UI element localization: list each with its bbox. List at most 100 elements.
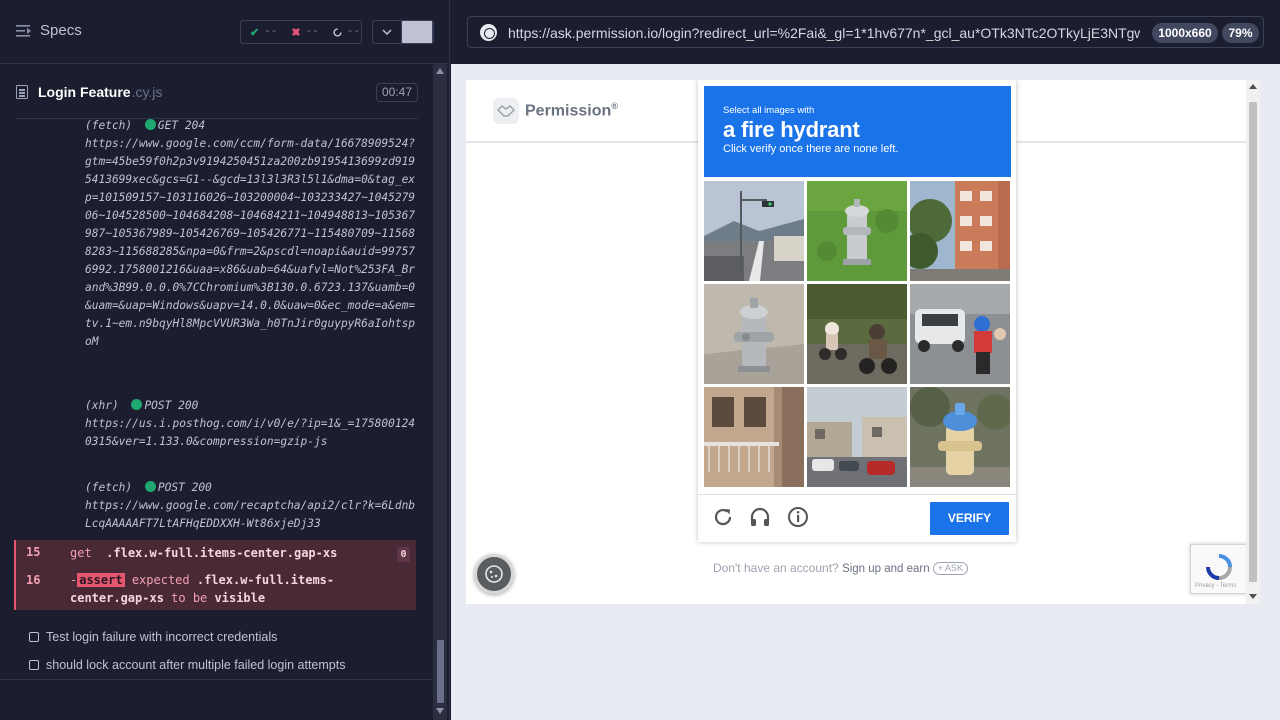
challenge-header: Select all images with a fire hydrant Cl… bbox=[704, 86, 1011, 177]
info-icon[interactable] bbox=[786, 505, 810, 529]
passed-count: -- bbox=[264, 26, 278, 38]
status-dot-icon bbox=[131, 399, 143, 410]
failed-count: -- bbox=[305, 26, 319, 38]
command-name: get bbox=[70, 546, 92, 560]
signup-prompt-text: Don't have an account? bbox=[713, 561, 839, 575]
command-selector: .flex.w-full.items-center.gap-xs bbox=[106, 546, 338, 560]
stop-icon bbox=[402, 21, 433, 43]
test-stats: ✔ -- ✖ -- -- bbox=[240, 20, 362, 44]
image-tile-parked-cars[interactable] bbox=[807, 387, 907, 487]
reporter-scrollbar[interactable] bbox=[433, 64, 447, 720]
image-tile-fire-hydrant[interactable] bbox=[910, 387, 1010, 487]
fail-x-icon: ✖ bbox=[291, 26, 301, 39]
stop-button[interactable] bbox=[402, 21, 433, 43]
pending-count: -- bbox=[346, 26, 361, 38]
app-viewport: Permission® Select all images with a fir… bbox=[466, 80, 1260, 604]
spec-file-header[interactable]: Login Feature .cy.js 00:47 bbox=[16, 76, 418, 108]
reporter-panel: Specs ✔ -- ✖ -- -- Login Feature .cy.js … bbox=[0, 0, 450, 720]
specs-label: Specs bbox=[40, 22, 82, 39]
reporter-scrollbar-thumb[interactable] bbox=[437, 640, 444, 703]
command-row-get[interactable]: 15 get .flex.w-full.items-center.gap-xs … bbox=[14, 540, 416, 566]
log-entry-tag: (fetch) bbox=[85, 481, 133, 494]
specs-toggle-button[interactable]: Specs bbox=[16, 22, 82, 39]
assert-label: assert bbox=[77, 573, 125, 587]
log-entry-url: https://www.google.com/recaptcha/api2/cl… bbox=[85, 499, 416, 530]
command-number: 15 bbox=[26, 545, 41, 559]
scroll-up-arrow-icon[interactable] bbox=[436, 68, 444, 74]
pass-check-icon: ✔ bbox=[250, 26, 260, 39]
command-log: (fetch) GET 204 https://www.google.com/c… bbox=[16, 119, 418, 611]
log-entry-url: https://www.google.com/ccm/form-data/166… bbox=[85, 137, 416, 348]
ask-reward-badge: + ASK bbox=[932, 562, 968, 575]
recaptcha-terms[interactable]: Privacy - Terms bbox=[1195, 583, 1236, 589]
scroll-down-arrow-icon[interactable] bbox=[436, 708, 444, 714]
run-controls bbox=[372, 20, 434, 44]
logo-text: Permission® bbox=[525, 101, 618, 120]
signup-link[interactable]: Sign up and earn bbox=[842, 563, 930, 575]
url-bar[interactable]: https://ask.permission.io/login?redirect… bbox=[467, 16, 1264, 48]
spec-duration: 00:47 bbox=[375, 83, 418, 102]
app-scrollbar-thumb[interactable] bbox=[1249, 102, 1257, 582]
reload-icon[interactable] bbox=[711, 505, 735, 529]
test-item-login-failure[interactable]: Test login failure with incorrect creden… bbox=[29, 630, 277, 644]
element-count-badge: 0 bbox=[397, 547, 410, 562]
scroll-down-arrow-icon[interactable] bbox=[1249, 594, 1257, 599]
spec-file-ext: .cy.js bbox=[131, 84, 163, 100]
challenge-footer-divider bbox=[698, 494, 1016, 495]
challenge-instruction: Select all images with bbox=[723, 105, 815, 116]
handshake-logo-icon bbox=[493, 98, 519, 124]
test-title: should lock account after multiple faile… bbox=[46, 658, 346, 672]
pending-circle-icon bbox=[333, 27, 342, 37]
recaptcha-challenge: Select all images with a fire hydrant Cl… bbox=[698, 80, 1016, 542]
image-tile-motorcycle-car[interactable] bbox=[910, 284, 1010, 384]
image-tile-apartment-building[interactable] bbox=[910, 181, 1010, 281]
command-number: 16 bbox=[26, 573, 41, 587]
specs-toolbar: Specs ✔ -- ✖ -- -- bbox=[0, 0, 450, 64]
viewport-size-badge[interactable]: 1000x660 bbox=[1152, 23, 1218, 43]
test-item-lock-account[interactable]: should lock account after multiple faile… bbox=[29, 658, 345, 672]
cookie-icon bbox=[485, 565, 503, 583]
challenge-hint: Click verify once there are none left. bbox=[723, 143, 899, 155]
log-entry-xhr[interactable]: (xhr) POST 200 https://us.i.posthog.com/… bbox=[16, 397, 418, 451]
log-entry-tag: (xhr) bbox=[85, 399, 119, 412]
status-dot-icon bbox=[144, 119, 156, 130]
image-tile-motorcycle[interactable] bbox=[807, 284, 907, 384]
log-entry-fetch-2[interactable]: (fetch) POST 200 https://www.google.com/… bbox=[16, 479, 418, 533]
app-scrollbar[interactable] bbox=[1246, 80, 1260, 604]
test-pending-checkbox-icon bbox=[29, 632, 39, 642]
test-pending-checkbox-icon bbox=[29, 660, 39, 670]
verify-button[interactable]: VERIFY bbox=[930, 502, 1009, 535]
image-tile-fire-hydrant[interactable] bbox=[704, 284, 804, 384]
log-entry-fetch-1[interactable]: (fetch) GET 204 https://www.google.com/c… bbox=[16, 119, 418, 351]
log-entry-method: POST 200 bbox=[157, 481, 212, 494]
command-row-assert[interactable]: 16 - assert expected .flex.w-full.items-c… bbox=[14, 566, 416, 610]
aut-area: Permission® Select all images with a fir… bbox=[451, 64, 1280, 720]
assert-visible: visible bbox=[214, 591, 266, 605]
zoom-badge[interactable]: 79% bbox=[1222, 23, 1259, 43]
assert-expected: expected bbox=[131, 573, 190, 587]
assert-to-be: to be bbox=[171, 591, 208, 605]
document-icon bbox=[16, 85, 28, 99]
image-grid bbox=[704, 181, 1011, 488]
chevron-down-icon bbox=[382, 29, 392, 35]
permission-logo[interactable]: Permission® bbox=[493, 98, 618, 124]
url-text[interactable]: https://ask.permission.io/login?redirect… bbox=[508, 25, 1140, 41]
aut-header: https://ask.permission.io/login?redirect… bbox=[451, 0, 1280, 64]
image-tile-balcony-building[interactable] bbox=[704, 387, 804, 487]
challenge-target: a fire hydrant bbox=[723, 117, 860, 142]
image-tile-fire-hydrant[interactable] bbox=[807, 181, 907, 281]
test-title: Test login failure with incorrect creden… bbox=[46, 630, 278, 644]
divider bbox=[0, 679, 433, 680]
log-entry-url: https://us.i.posthog.com/i/v0/e/?ip=1&_=… bbox=[85, 417, 416, 448]
headphones-audio-icon[interactable] bbox=[748, 505, 772, 529]
log-entry-method: GET 204 bbox=[157, 119, 206, 132]
image-tile-street-traffic-light[interactable] bbox=[704, 181, 804, 281]
status-dot-icon bbox=[144, 481, 156, 492]
spec-file-name: Login Feature bbox=[38, 84, 131, 100]
cookie-settings-button[interactable] bbox=[474, 554, 514, 594]
log-entry-tag: (fetch) bbox=[85, 119, 133, 132]
signup-prompt: Don't have an account? Sign up and earn +… bbox=[713, 561, 968, 575]
expand-dropdown-button[interactable] bbox=[373, 21, 402, 43]
scroll-up-arrow-icon[interactable] bbox=[1249, 84, 1257, 89]
recaptcha-logo-icon bbox=[1206, 554, 1232, 580]
